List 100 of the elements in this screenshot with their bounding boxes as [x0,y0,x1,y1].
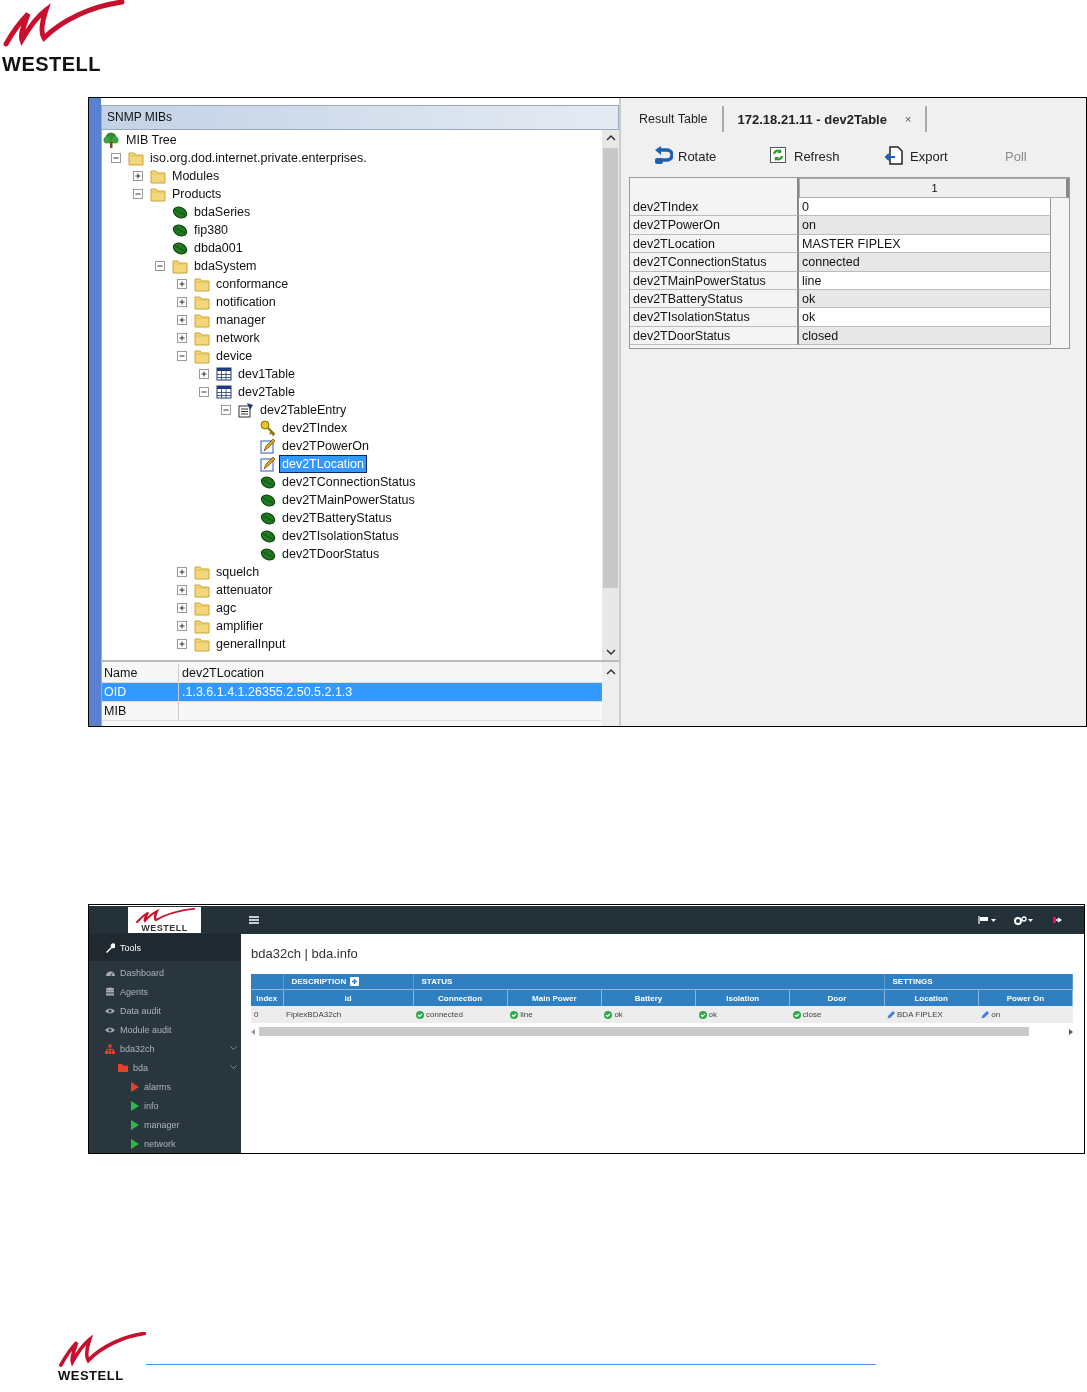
rotate-button[interactable]: Rotate [653,146,769,166]
tree-item[interactable]: dev2TIndex [280,420,350,436]
wrench-icon [105,942,115,953]
horizontal-scrollbar[interactable] [251,1027,1073,1036]
vertical-scrollbar[interactable] [602,130,619,660]
expand-toggle[interactable] [133,171,143,181]
sidebar-item[interactable]: Dashboard [89,963,241,982]
tab-label[interactable]: 172.18.21.11 - dev2Table [737,111,887,127]
editable-value[interactable]: on [991,1010,1001,1020]
menu-icon[interactable] [249,916,259,924]
expand-toggle[interactable] [177,567,187,577]
column-header[interactable]: Location [884,989,979,1006]
expand-toggle[interactable] [177,333,187,343]
tree-item[interactable]: fip380 [192,222,231,238]
column-header[interactable]: Connection [413,989,508,1006]
tree-item[interactable]: device [214,348,255,364]
export-button[interactable]: Export [885,146,1001,166]
collapse-toggle[interactable] [177,351,187,361]
expand-toggle[interactable] [199,369,209,379]
tree-item[interactable]: dev2TMainPowerStatus [280,492,417,508]
tree-item[interactable]: bdaSeries [192,204,253,220]
collapse-toggle[interactable] [133,189,143,199]
tree-item[interactable]: dev2Table [236,384,297,400]
tree-item[interactable]: dev2TPowerOn [280,438,371,454]
sidebar-heading[interactable]: Tools [89,934,241,961]
tab[interactable]: Result Table [639,106,724,132]
column-header[interactable]: Isolation [695,989,790,1006]
sidebar-item[interactable]: info [89,1096,241,1115]
scroll-right-icon[interactable] [1069,1028,1073,1035]
column-header[interactable]: Door [789,989,884,1006]
column-header[interactable]: Index [251,989,283,1006]
pencil-icon[interactable] [981,1010,990,1019]
sidebar-item[interactable]: Data audit [89,1001,241,1020]
scroll-down-icon[interactable] [605,648,616,656]
tree-item[interactable]: bdaSystem [192,258,259,274]
expand-toggle[interactable] [177,585,187,595]
tree-item[interactable]: dev1Table [236,366,297,382]
tree-item[interactable]: iso.org.dod.internet.private.enterprises. [148,150,369,166]
table-cell: 0 [254,1010,259,1020]
column-header[interactable]: Power On [978,989,1073,1006]
column-header[interactable]: 1 [799,178,1069,198]
tree-item[interactable]: Modules [170,168,222,184]
scroll-left-icon[interactable] [251,1028,255,1035]
expand-toggle[interactable] [177,279,187,289]
scroll-up-icon[interactable] [605,134,616,142]
column-header[interactable]: Battery [601,989,696,1006]
expand-icon[interactable] [350,977,360,987]
tree-item[interactable]: notification [214,294,278,310]
tree-item[interactable]: dbda001 [192,240,245,256]
expand-toggle[interactable] [177,621,187,631]
chevron-down-icon[interactable] [230,1046,237,1051]
tree-item[interactable]: Products [170,186,224,202]
tree-item[interactable]: dev2TBatteryStatus [280,510,394,526]
flag-dropdown-icon[interactable] [978,916,996,924]
expand-toggle[interactable] [177,315,187,325]
tab-label[interactable]: Result Table [639,112,708,126]
refresh-button[interactable]: Refresh [769,146,885,166]
collapse-toggle[interactable] [155,261,165,271]
tree-item[interactable]: attenuator [214,582,275,598]
tree-item[interactable]: manager [214,312,268,328]
expand-toggle[interactable] [177,639,187,649]
collapse-toggle[interactable] [111,153,121,163]
check-circle-icon [416,1010,424,1019]
sidebar-item[interactable]: manager [89,1115,241,1134]
tree-item[interactable]: amplifier [214,618,266,634]
sidebar-item[interactable]: alarms [89,1077,241,1096]
column-header[interactable]: Id [283,989,413,1006]
collapse-toggle[interactable] [199,387,209,397]
tree-item[interactable]: agc [214,600,239,616]
settings-icon[interactable] [1014,915,1034,925]
column-header[interactable]: Main Power [507,989,602,1006]
sitemap-icon [105,1043,115,1054]
sidebar-item[interactable]: network [89,1134,241,1153]
pencil-icon[interactable] [887,1010,895,1019]
tree-item[interactable]: squelch [214,564,262,580]
tree-item[interactable]: generalInput [214,636,288,652]
sidebar-item[interactable]: Agents [89,982,241,1001]
vertical-scrollbar[interactable] [602,662,619,726]
expand-toggle[interactable] [177,297,187,307]
property-row[interactable]: MIB [102,702,602,721]
sidebar-item[interactable]: bda [89,1058,241,1077]
tree-item[interactable]: conformance [214,276,291,292]
tree-item[interactable]: dev2TableEntry [258,402,349,418]
chevron-down-icon[interactable] [230,1065,237,1070]
logout-icon[interactable] [1052,916,1062,924]
tree-item[interactable]: network [214,330,262,346]
tab[interactable]: 172.18.21.11 - dev2Table × [737,106,928,132]
expand-toggle[interactable] [177,603,187,613]
tree-item[interactable]: dev2TDoorStatus [280,546,382,562]
sidebar-item[interactable]: Module audit [89,1020,241,1039]
row-header: dev2TIsolationStatus [630,308,799,327]
collapse-toggle[interactable] [221,405,231,415]
close-button[interactable]: × [904,113,912,125]
property-name: MIB [102,702,179,720]
row-header: dev2TConnectionStatus [630,253,799,272]
tree-item[interactable]: dev2TConnectionStatus [280,474,418,490]
sidebar-item[interactable]: bda32ch [89,1039,241,1058]
key-icon [260,420,276,436]
scroll-up-icon[interactable] [605,668,616,676]
tree-item[interactable]: dev2TIsolationStatus [280,528,401,544]
